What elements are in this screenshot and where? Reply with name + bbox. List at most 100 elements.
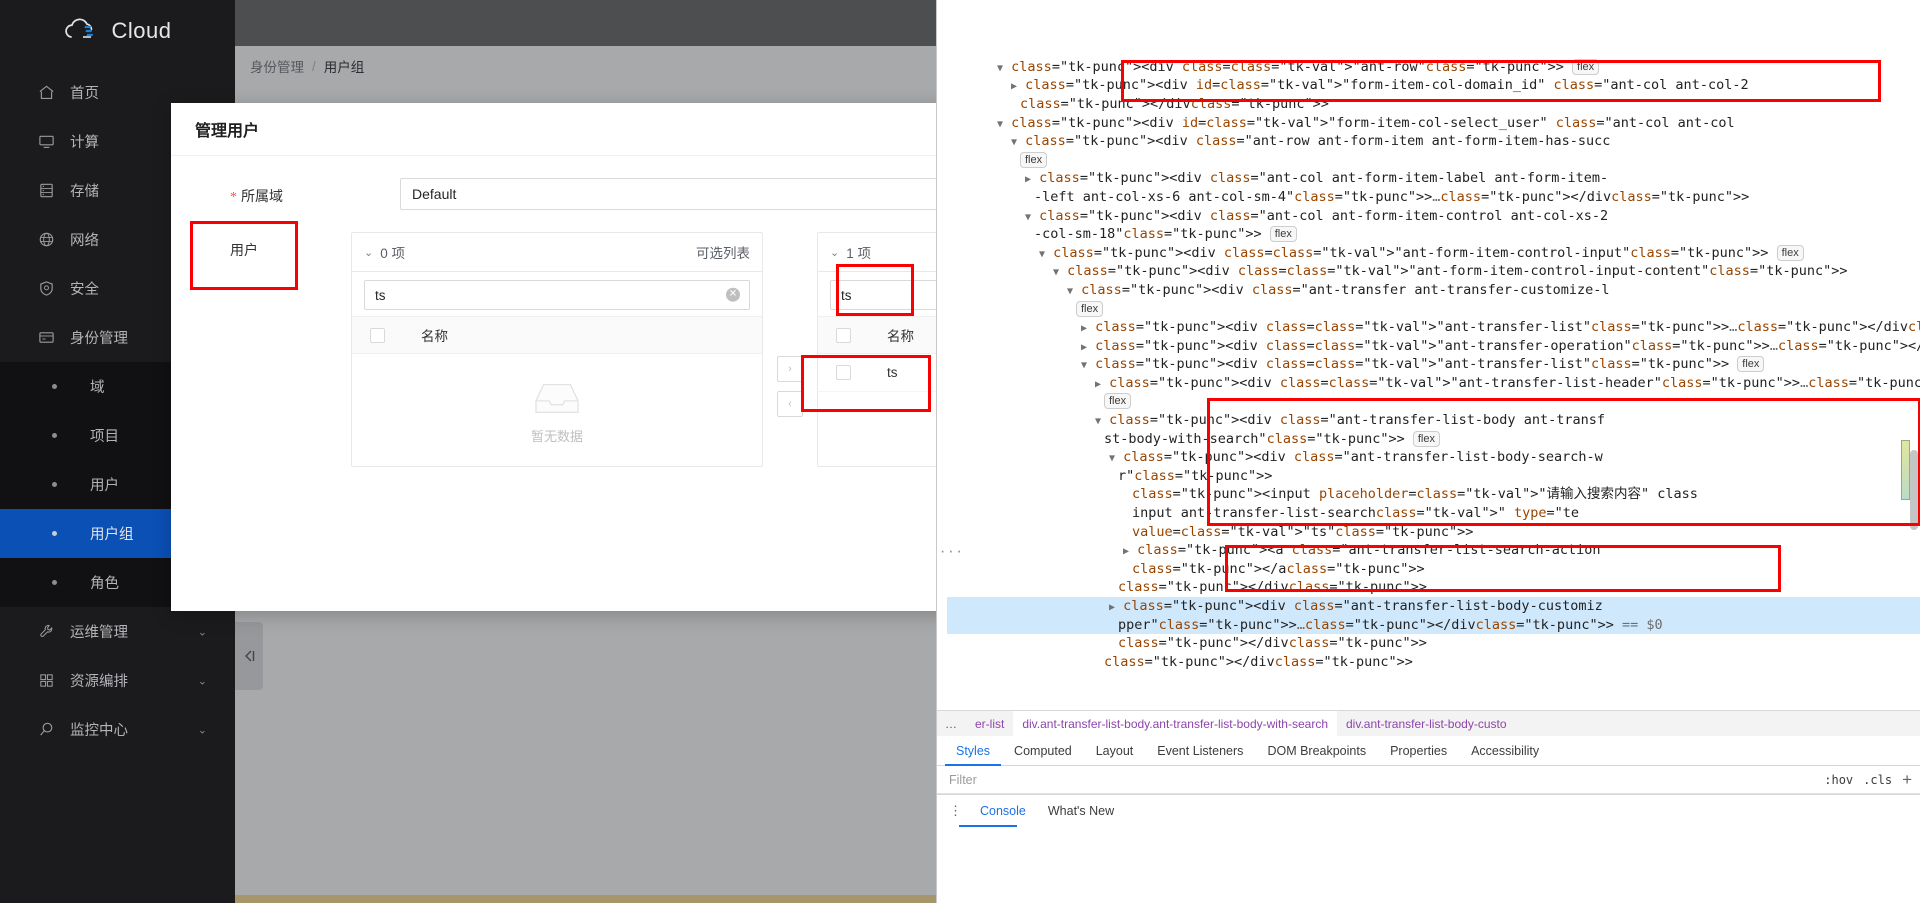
sidebar-item-orchestration[interactable]: 资源编排 ⌄: [0, 656, 235, 705]
devtools-tree-line[interactable]: input ant-transfer-list-searchclass="tk-…: [947, 504, 1920, 523]
brand: Cloud: [0, 0, 235, 62]
devtools-tree-line[interactable]: ▶ class="tk-punc"><div class="ant-transf…: [947, 597, 1920, 616]
chevron-down-icon[interactable]: ⌄: [830, 246, 839, 259]
devtools-tree-line[interactable]: r"class="tk-punc">>: [947, 467, 1920, 486]
devtools-crumb[interactable]: div.ant-transfer-list-body-custo: [1337, 711, 1516, 737]
drawer-menu-icon[interactable]: ⋮: [945, 803, 966, 819]
devtools-tree-line[interactable]: ▼ class="tk-punc"><div class="ant-transf…: [947, 411, 1920, 430]
cloud-console-app: 身份管理 / 用户组: [0, 0, 936, 903]
devtools-tree-line[interactable]: ▼ class="tk-punc"><div class=class="tk-v…: [947, 355, 1920, 374]
styles-filter-input[interactable]: Filter: [945, 773, 1814, 787]
tree-disclosure-icon: ▶: [1095, 379, 1101, 390]
tree-disclosure-icon: ▼: [1109, 453, 1115, 464]
devtools-tree-line[interactable]: ▶ class="tk-punc"><div class=class="tk-v…: [947, 337, 1920, 356]
devtools-styles-filter-bar: Filter :hov .cls +: [937, 766, 1920, 794]
sidebar-item-monitoring[interactable]: 监控中心 ⌄: [0, 705, 235, 754]
select-all-checkbox[interactable]: [370, 328, 385, 343]
breadcrumb-overflow-icon[interactable]: …: [937, 717, 966, 731]
devtools-tree-line[interactable]: ▼ class="tk-punc"><div class=class="tk-v…: [947, 58, 1920, 77]
bullet-icon: [52, 384, 57, 389]
user-field-label: 用户: [195, 210, 351, 260]
sidebar-subitem-label: 角色: [90, 572, 119, 593]
transfer-list-selected: ⌄ 1 项 已选列表 名称: [817, 232, 936, 467]
tab-layout[interactable]: Layout: [1085, 736, 1145, 766]
tab-accessibility[interactable]: Accessibility: [1460, 736, 1550, 766]
domain-select[interactable]: Default: [400, 178, 936, 210]
devtools-tree-line[interactable]: ▼ class="tk-punc"><div class="ant-col an…: [947, 207, 1920, 226]
transfer-right-count: 1 项: [846, 242, 871, 262]
devtools-tree-line[interactable]: class="tk-punc"><input placeholder=class…: [947, 485, 1920, 504]
devtools-tree-line[interactable]: class="tk-punc"></divclass="tk-punc">>: [947, 634, 1920, 653]
clear-icon[interactable]: ✕: [726, 288, 740, 302]
devtools-tree-line[interactable]: ▼ class="tk-punc"><div class="ant-transf…: [947, 281, 1920, 300]
devtools-tree-line[interactable]: ▶ class="tk-punc"><a class="ant-transfer…: [947, 541, 1920, 560]
transfer-left-search-input[interactable]: [364, 280, 750, 310]
devtools-tree-line[interactable]: ▼ class="tk-punc"><div id=class="tk-val"…: [947, 114, 1920, 133]
devtools-tree-line[interactable]: flex: [947, 392, 1920, 411]
sidebar-subitem-label: 用户组: [90, 523, 134, 544]
devtools-crumb[interactable]: er-list: [966, 711, 1013, 737]
sidebar-item-label: 监控中心: [70, 719, 128, 740]
devtools-tree-line[interactable]: class="tk-punc"></divclass="tk-punc">>: [947, 578, 1920, 597]
column-name-header: 名称: [421, 325, 448, 345]
sidebar-subitem-label: 用户: [90, 474, 119, 495]
tab-properties[interactable]: Properties: [1379, 736, 1458, 766]
devtools-tree-line[interactable]: value=class="tk-val">"ts"class="tk-punc"…: [947, 523, 1920, 542]
domain-select-value: Default: [412, 186, 456, 202]
transfer-to-right-button[interactable]: ›: [777, 356, 803, 382]
select-all-checkbox[interactable]: [836, 328, 851, 343]
transfer-left-title: 可选列表: [696, 242, 750, 262]
row-checkbox[interactable]: [836, 365, 851, 380]
modal-title: 管理用户: [171, 103, 936, 156]
devtools-tree-line[interactable]: flex: [947, 151, 1920, 170]
devtools-tree-line[interactable]: ▶ class="tk-punc"><div class=class="tk-v…: [947, 374, 1920, 393]
new-style-rule-button[interactable]: +: [1902, 770, 1912, 790]
tab-whats-new[interactable]: What's New: [1040, 795, 1122, 827]
tree-disclosure-icon: ▼: [1025, 212, 1031, 223]
devtools-tree-line[interactable]: ▶ class="tk-punc"><div class="ant-col an…: [947, 169, 1920, 188]
transfer-to-left-button[interactable]: ‹: [777, 391, 803, 417]
cloud-logo-icon: [64, 18, 104, 44]
devtools-tree-line[interactable]: pper"class="tk-punc">>…class="tk-punc"><…: [947, 616, 1920, 635]
devtools-scrollbar-thumb[interactable]: [1910, 450, 1918, 530]
table-row[interactable]: ts: [818, 354, 936, 392]
devtools-tree-line[interactable]: ▼ class="tk-punc"><div class=class="tk-v…: [947, 244, 1920, 263]
sidebar-item-label: 存储: [70, 180, 99, 201]
empty-text: 暂无数据: [531, 426, 583, 445]
tab-console[interactable]: Console: [972, 795, 1034, 827]
flex-badge: flex: [1270, 226, 1297, 242]
bullet-icon: [52, 433, 57, 438]
tab-dom-breakpoints[interactable]: DOM Breakpoints: [1256, 736, 1377, 766]
devtools-tree-line[interactable]: class="tk-punc"></aclass="tk-punc">>: [947, 560, 1920, 579]
tab-computed[interactable]: Computed: [1003, 736, 1083, 766]
user-label-text: 用户: [230, 242, 258, 258]
bullet-icon: [52, 482, 57, 487]
sidebar-item-ops[interactable]: 运维管理 ⌄: [0, 607, 235, 656]
domain-form-row: *所属域 Default: [195, 178, 936, 210]
active-drawer-tab-underline: [959, 825, 1017, 827]
cls-toggle[interactable]: .cls: [1863, 773, 1892, 787]
devtools-styles-pane: [937, 826, 1920, 903]
devtools-tree-line[interactable]: ▼ class="tk-punc"><div class="ant-row an…: [947, 132, 1920, 151]
devtools-tree-line[interactable]: class="tk-punc"></divclass="tk-punc">>: [947, 653, 1920, 672]
devtools-tree-line[interactable]: -col-sm-18"class="tk-punc">> flex: [947, 225, 1920, 244]
sidebar-item-label: 安全: [70, 278, 99, 299]
devtools-tree-line[interactable]: flex: [947, 300, 1920, 319]
devtools-tree-line[interactable]: ▶ class="tk-punc"><div id=class="tk-val"…: [947, 76, 1920, 95]
hov-toggle[interactable]: :hov: [1824, 773, 1853, 787]
devtools-tree-line[interactable]: st-body-with-search"class="tk-punc">> fl…: [947, 430, 1920, 449]
tree-disclosure-icon: ▼: [1095, 416, 1101, 427]
devtools-tree-line[interactable]: class="tk-punc"></divclass="tk-punc">>: [947, 95, 1920, 114]
tab-styles[interactable]: Styles: [945, 736, 1001, 766]
transfer-right-search-input[interactable]: [830, 280, 936, 310]
devtools-tree-line[interactable]: ▶ class="tk-punc"><div class=class="tk-v…: [947, 318, 1920, 337]
sidebar-subitem-label: 域: [90, 376, 105, 397]
tree-disclosure-icon: ▼: [1067, 286, 1073, 297]
devtools-tree-line[interactable]: ▼ class="tk-punc"><div class="ant-transf…: [947, 448, 1920, 467]
devtools-tree-line[interactable]: -left ant-col-xs-6 ant-col-sm-4"class="t…: [947, 188, 1920, 207]
tab-event-listeners[interactable]: Event Listeners: [1146, 736, 1254, 766]
devtools-tree-line[interactable]: ▼ class="tk-punc"><div class=class="tk-v…: [947, 262, 1920, 281]
devtools-elements-tree[interactable]: ▼ class="tk-punc"><div class=class="tk-v…: [937, 0, 1920, 710]
devtools-crumb[interactable]: div.ant-transfer-list-body.ant-transfer-…: [1013, 711, 1337, 737]
chevron-down-icon[interactable]: ⌄: [364, 246, 373, 259]
